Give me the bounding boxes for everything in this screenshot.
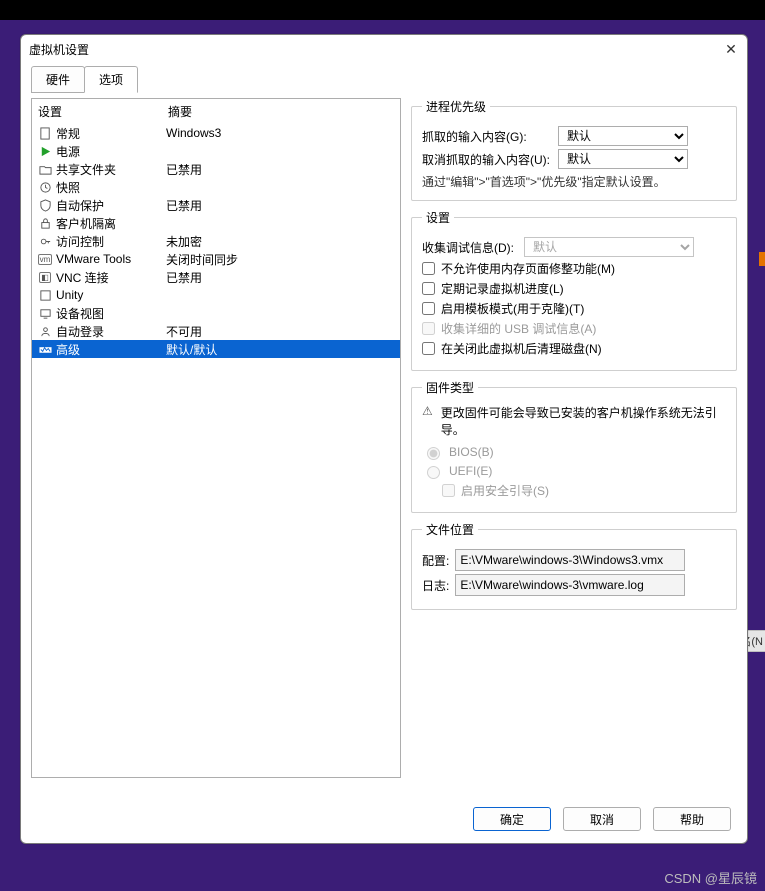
warning-icon: ⚠	[422, 404, 433, 418]
label-bios: BIOS(B)	[449, 445, 494, 459]
group-settings: 设置 收集调试信息(D): 默认 不允许使用内存页面修整功能(M) 定期记录虚拟…	[411, 209, 737, 371]
list-item-unity[interactable]: Unity	[32, 286, 400, 304]
autologin-icon	[36, 325, 54, 338]
legend-priority: 进程优先级	[422, 98, 490, 115]
unity-icon	[36, 289, 54, 302]
close-icon[interactable]: ✕	[723, 41, 739, 57]
group-firmware-type: 固件类型 ⚠ 更改固件可能会导致已安装的客户机操作系统无法引导。 BIOS(B)…	[411, 379, 737, 513]
vnc-badge-icon: ◧	[36, 272, 54, 283]
note-priority: 通过"编辑">"首选项">"优先级"指定默认设置。	[422, 173, 726, 190]
radio-bios	[427, 447, 440, 460]
list-item-power[interactable]: 电源	[32, 142, 400, 160]
watermark: CSDN @星辰镜	[664, 868, 757, 887]
label-debug-info: 收集调试信息(D):	[422, 239, 518, 256]
column-header-summary: 摘要	[168, 103, 394, 120]
list-item-autoprotect[interactable]: 自动保护 已禁用	[32, 196, 400, 214]
dialog-tabs: 硬件 选项	[21, 65, 747, 92]
lock-icon	[36, 217, 54, 230]
column-header-setting: 设置	[38, 103, 168, 120]
list-item-advanced[interactable]: 高级 默认/默认	[32, 340, 400, 358]
list-item-device-view[interactable]: 设备视图	[32, 304, 400, 322]
select-debug-info[interactable]: 默认	[524, 237, 694, 257]
ok-button[interactable]: 确定	[473, 807, 551, 831]
label-config-path: 配置:	[422, 552, 449, 569]
radio-uefi	[427, 466, 440, 479]
label-no-memtrim: 不允许使用内存页面修整功能(M)	[441, 260, 615, 277]
group-file-location: 文件位置 配置: 日志:	[411, 521, 737, 610]
label-secure-boot: 启用安全引导(S)	[461, 482, 549, 499]
device-icon	[36, 307, 54, 320]
help-button[interactable]: 帮助	[653, 807, 731, 831]
checkbox-usb-debug	[422, 322, 435, 335]
legend-firmware: 固件类型	[422, 379, 478, 396]
label-uefi: UEFI(E)	[449, 464, 492, 478]
vm-badge-icon: vm	[36, 254, 54, 265]
label-usb-debug: 收集详细的 USB 调试信息(A)	[441, 320, 596, 337]
list-item-autologin[interactable]: 自动登录 不可用	[32, 322, 400, 340]
list-item-general[interactable]: 常规 Windows3	[32, 124, 400, 142]
label-log-path: 日志:	[422, 577, 449, 594]
vm-settings-dialog: 虚拟机设置 ✕ 硬件 选项 设置 摘要 常规 Windows3 电源	[20, 34, 748, 844]
clock-icon	[36, 181, 54, 194]
label-log-progress: 定期记录虚拟机进度(L)	[441, 280, 564, 297]
dialog-title: 虚拟机设置	[29, 41, 89, 58]
list-item-snapshots[interactable]: 快照	[32, 178, 400, 196]
play-icon	[36, 145, 54, 158]
select-ungrabbed-input[interactable]: 默认	[558, 149, 688, 169]
cancel-button[interactable]: 取消	[563, 807, 641, 831]
folder-icon	[36, 163, 54, 176]
page-icon	[36, 127, 54, 140]
checkbox-secure-boot	[442, 484, 455, 497]
checkbox-no-memtrim[interactable]	[422, 262, 435, 275]
select-grabbed-input[interactable]: 默认	[558, 126, 688, 146]
key-icon	[36, 235, 54, 248]
checkbox-log-progress[interactable]	[422, 282, 435, 295]
checkbox-clean-disk[interactable]	[422, 342, 435, 355]
input-config-path[interactable]	[455, 549, 685, 571]
label-ungrabbed-input: 取消抓取的输入内容(U):	[422, 151, 552, 168]
options-list: 设置 摘要 常规 Windows3 电源 共享文件夹 已禁用	[31, 98, 401, 778]
checkbox-template-mode[interactable]	[422, 302, 435, 315]
legend-file-location: 文件位置	[422, 521, 478, 538]
label-clean-disk: 在关闭此虚拟机后清理磁盘(N)	[441, 340, 602, 357]
warning-text: 更改固件可能会导致已安装的客户机操作系统无法引导。	[441, 404, 726, 438]
tab-hardware[interactable]: 硬件	[31, 66, 85, 93]
group-process-priority: 进程优先级 抓取的输入内容(G): 默认 取消抓取的输入内容(U): 默认 通过…	[411, 98, 737, 201]
background-accent	[759, 252, 765, 266]
list-item-shared-folders[interactable]: 共享文件夹 已禁用	[32, 160, 400, 178]
label-grabbed-input: 抓取的输入内容(G):	[422, 128, 552, 145]
label-template-mode: 启用模板模式(用于克隆)(T)	[441, 300, 584, 317]
list-item-guest-isolation[interactable]: 客户机隔离	[32, 214, 400, 232]
shield-icon	[36, 199, 54, 212]
list-item-vmware-tools[interactable]: vm VMware Tools 关闭时间同步	[32, 250, 400, 268]
legend-settings: 设置	[422, 209, 454, 226]
list-item-access-control[interactable]: 访问控制 未加密	[32, 232, 400, 250]
advanced-icon	[36, 343, 54, 356]
tab-options[interactable]: 选项	[84, 66, 138, 93]
list-item-vnc[interactable]: ◧ VNC 连接 已禁用	[32, 268, 400, 286]
input-log-path[interactable]	[455, 574, 685, 596]
